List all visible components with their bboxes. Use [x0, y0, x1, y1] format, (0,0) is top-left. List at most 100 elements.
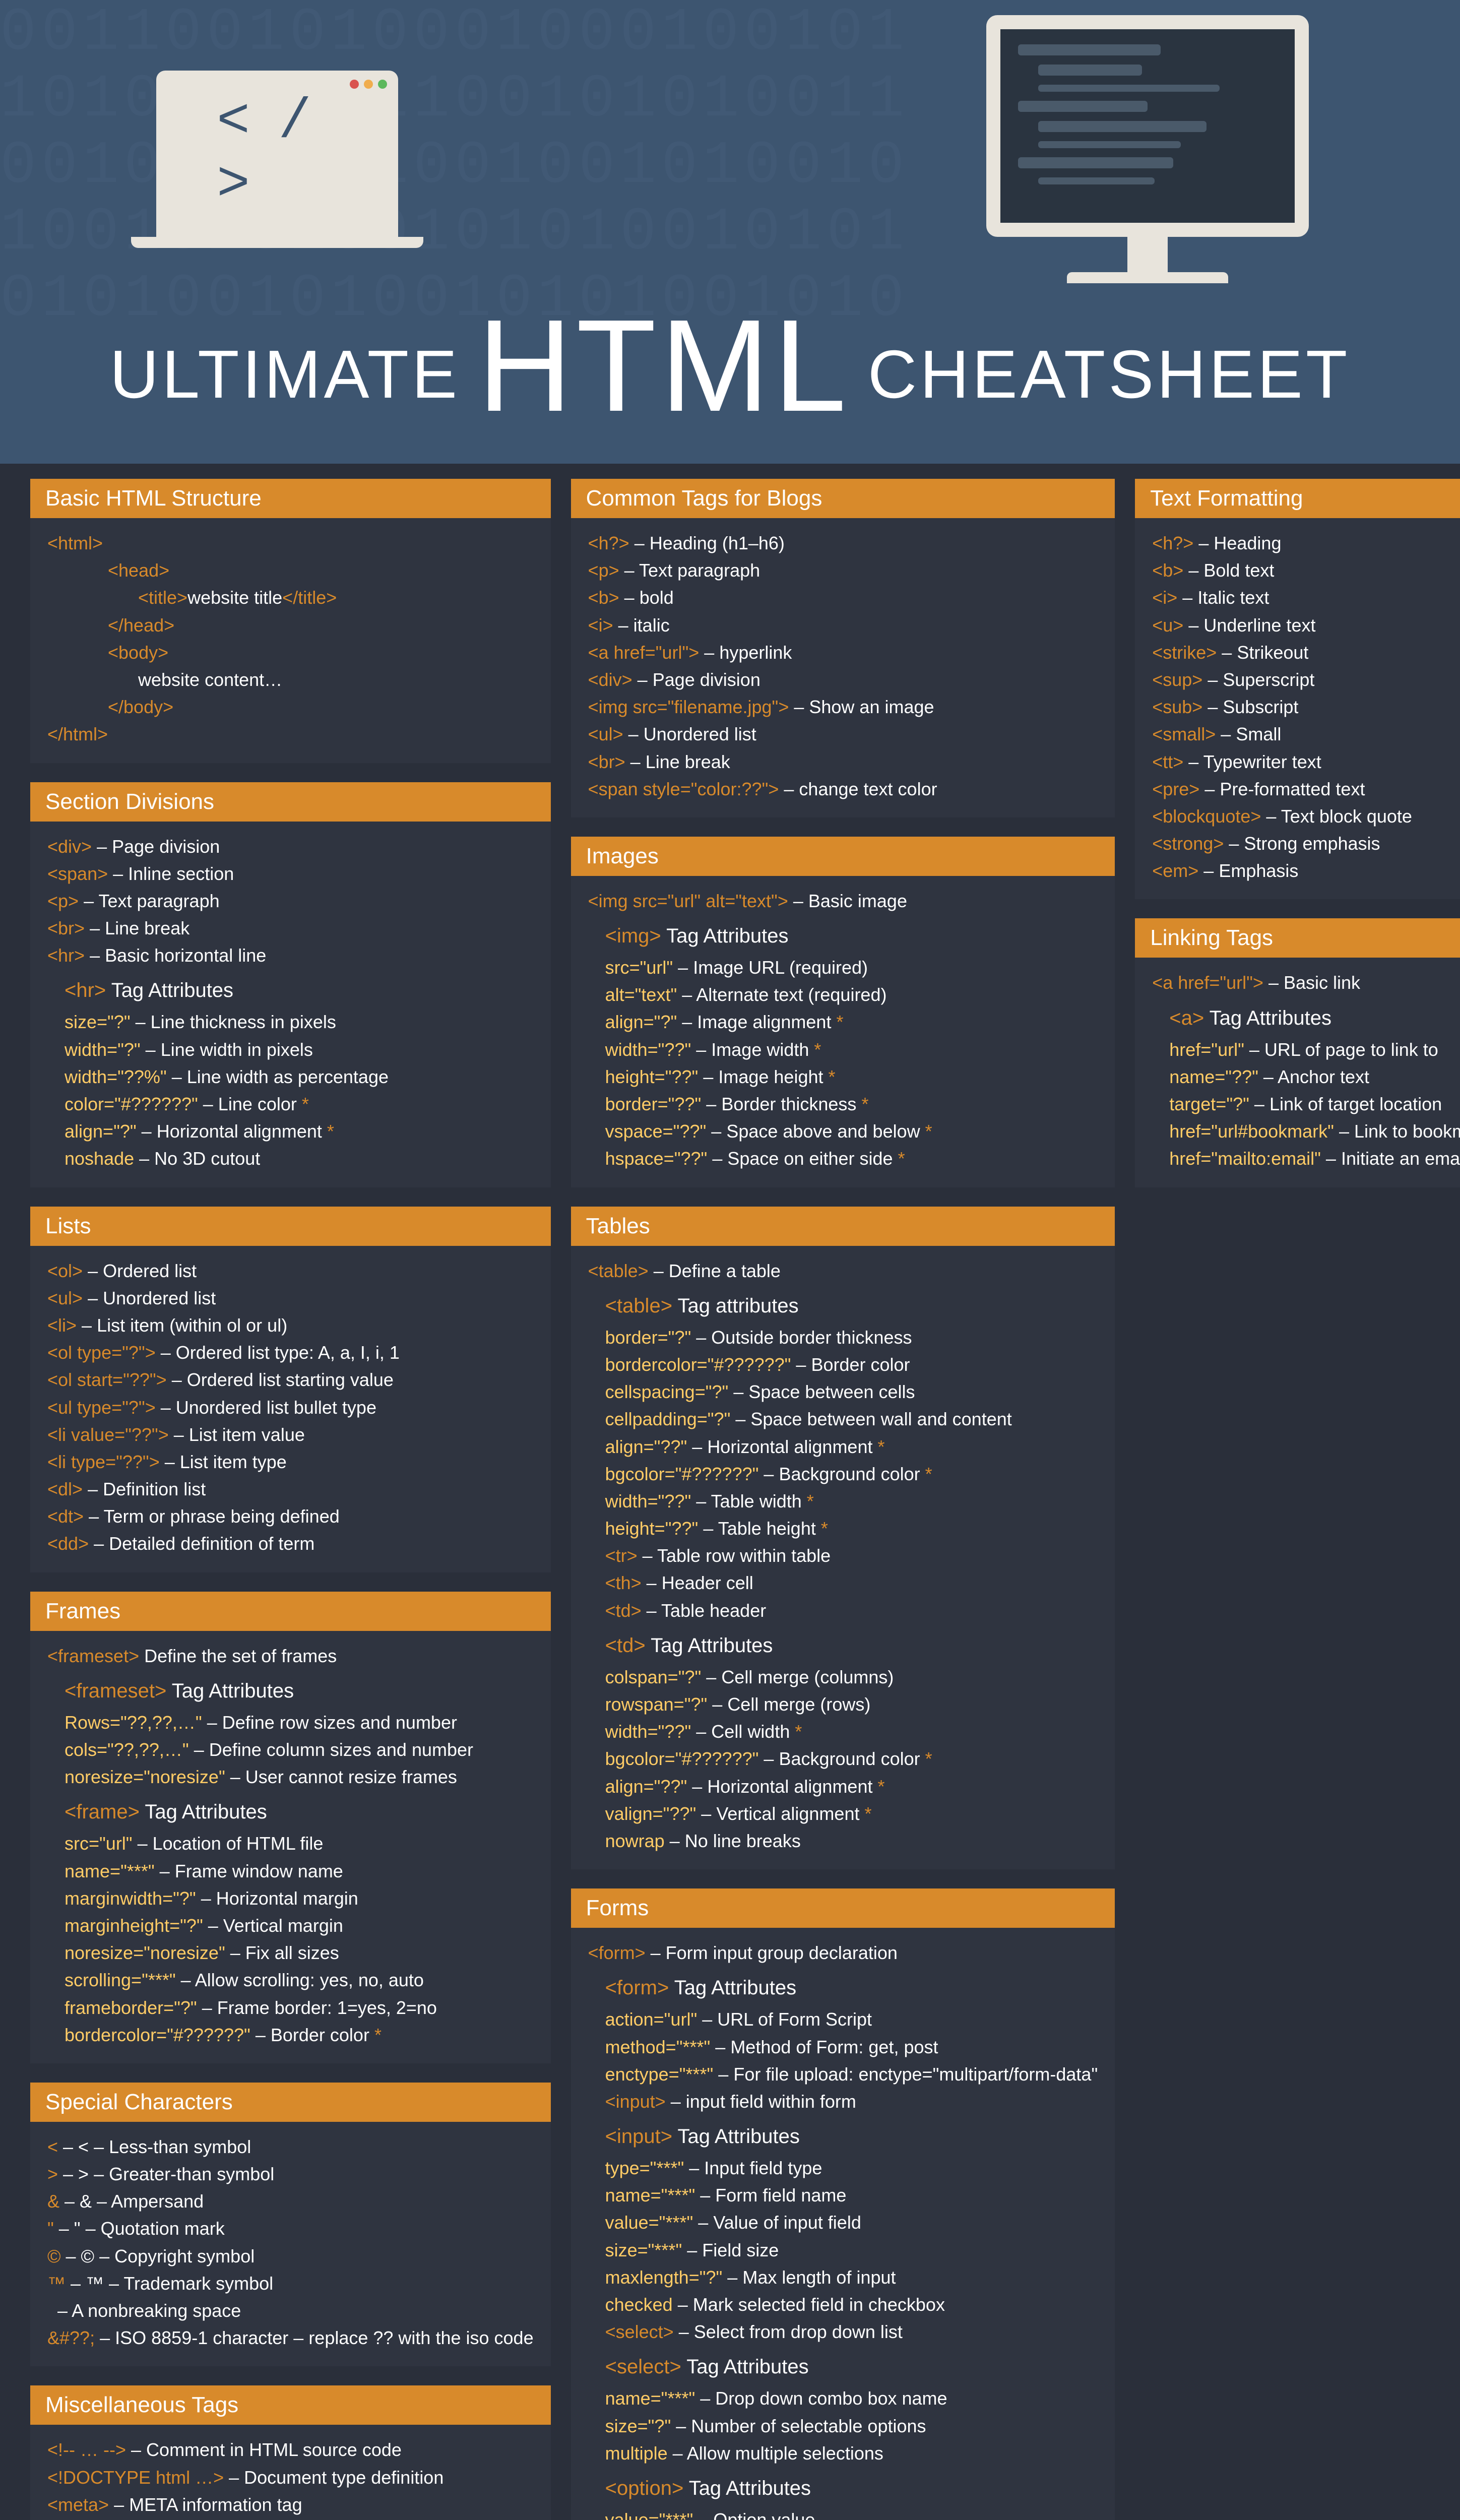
- section-linking: Linking Tags <a href="url"> – Basic link…: [1135, 918, 1460, 1187]
- list-item: > – > – Greater-than symbol: [47, 2161, 534, 2187]
- list-item: <h?> – Heading (h1–h6): [588, 530, 1098, 556]
- code-line: </body>: [47, 694, 534, 720]
- attr-item: checked – Mark selected field in checkbo…: [605, 2292, 1098, 2318]
- attr-item: scrolling="***" – Allow scrolling: yes, …: [65, 1967, 534, 1993]
- list-item: <tt> – Typewriter text: [1152, 749, 1460, 775]
- column-3: Text Formatting <h?> – Heading<b> – Bold…: [1135, 479, 1460, 2520]
- list-item: <b> – Bold text: [1152, 557, 1460, 584]
- attr-item: noresize="noresize" – User cannot resize…: [65, 1764, 534, 1790]
- section-title: Tables: [571, 1207, 1115, 1246]
- section-title: Frames: [30, 1592, 551, 1631]
- list-item: <td> – Table header: [605, 1598, 1098, 1624]
- list-item: <i> – italic: [588, 612, 1098, 639]
- list-item: <ul type="?"> – Unordered list bullet ty…: [47, 1395, 534, 1421]
- attr-item: marginwidth="?" – Horizontal margin: [65, 1885, 534, 1912]
- section-title: Forms: [571, 1888, 1115, 1928]
- list-item: ™ – ™ – Trademark symbol: [47, 2271, 534, 2297]
- attr-item: target="?" – Link of target location: [1169, 1091, 1460, 1117]
- section-text-formatting: Text Formatting <h?> – Heading<b> – Bold…: [1135, 479, 1460, 899]
- attr-item: height="??" – Image height *: [605, 1064, 1098, 1090]
- attr-item: align="??" – Horizontal alignment *: [605, 1774, 1098, 1800]
- attr-item: width="?" – Line width in pixels: [65, 1037, 534, 1063]
- list-item: <p> – Text paragraph: [588, 557, 1098, 584]
- sub-header: <input> Tag Attributes: [605, 2122, 1098, 2151]
- attr-item: marginheight="?" – Vertical margin: [65, 1913, 534, 1939]
- attr-item: name="***" – Form field name: [605, 2182, 1098, 2209]
- attr-item: src="url" – Image URL (required): [605, 955, 1098, 981]
- section-images: Images <img src="url" alt="text"> – Basi…: [571, 837, 1115, 1187]
- list-item: <strong> – Strong emphasis: [1152, 831, 1460, 857]
- attr-item: align="?" – Horizontal alignment *: [65, 1118, 534, 1145]
- list-item: <h?> – Heading: [1152, 530, 1460, 556]
- list-item: <em> – Emphasis: [1152, 858, 1460, 884]
- section-title: Special Characters: [30, 2083, 551, 2122]
- window-dot-yellow: [364, 80, 373, 89]
- list-item: <br> – Line break: [47, 915, 534, 941]
- section-tables: Tables <table> – Define a table <table> …: [571, 1207, 1115, 1870]
- list-item: <meta> – META information tag: [47, 2492, 534, 2518]
- attr-item: type="***" – Input field type: [605, 2155, 1098, 2181]
- section-title: Basic HTML Structure: [30, 479, 551, 518]
- attr-item: size="?" – Line thickness in pixels: [65, 1009, 534, 1035]
- attr-item: alt="text" – Alternate text (required): [605, 982, 1098, 1008]
- attr-item: enctype="***" – For file upload: enctype…: [605, 2061, 1098, 2088]
- attr-item: bgcolor="#??????" – Background color *: [605, 1461, 1098, 1487]
- list-item: <dl> – Definition list: [47, 1476, 534, 1502]
- main-columns: Basic HTML Structure <html><head><title>…: [0, 464, 1460, 2520]
- list-item: <blockquote> – Text block quote: [1152, 803, 1460, 830]
- sub-header: <td> Tag Attributes: [605, 1631, 1098, 1660]
- list-item: & – & – Ampersand: [47, 2188, 534, 2215]
- attr-item: name="***" – Drop down combo box name: [605, 2385, 1098, 2412]
- attr-item: cellpadding="?" – Space between wall and…: [605, 1406, 1098, 1432]
- list-item: <span> – Inline section: [47, 861, 534, 887]
- attr-item: Rows="??,??,…" – Define row sizes and nu…: [65, 1710, 534, 1736]
- code-line: </head>: [47, 612, 534, 639]
- sub-header: <hr> Tag Attributes: [65, 976, 534, 1005]
- attr-item: width="??" – Table width *: [605, 1488, 1098, 1515]
- attr-item: color="#??????" – Line color *: [65, 1091, 534, 1117]
- section-common-tags: Common Tags for Blogs <h?> – Heading (h1…: [571, 479, 1115, 817]
- section-title: Linking Tags: [1135, 918, 1460, 958]
- list-item: <div> – Page division: [47, 834, 534, 860]
- attr-item: maxlength="?" – Max length of input: [605, 2264, 1098, 2291]
- list-item: © – © – Copyright symbol: [47, 2243, 534, 2270]
- sub-header: <form> Tag Attributes: [605, 1973, 1098, 2002]
- attr-item: src="url" – Location of HTML file: [65, 1831, 534, 1857]
- list-item: <ol type="?"> – Ordered list type: A, a,…: [47, 1340, 534, 1366]
- list-item: " – " – Quotation mark: [47, 2216, 534, 2242]
- attr-item: cellspacing="?" – Space between cells: [605, 1379, 1098, 1405]
- attr-item: valign="??" – Vertical alignment *: [605, 1801, 1098, 1827]
- attr-item: value="***" – Value of input field: [605, 2210, 1098, 2236]
- list-item: <small> – Small: [1152, 721, 1460, 747]
- list-item: <th> – Header cell: [605, 1570, 1098, 1596]
- section-basic: Basic HTML Structure <html><head><title>…: [30, 479, 551, 763]
- window-dot-red: [350, 80, 359, 89]
- list-item: <pre> – Pre-formatted text: [1152, 776, 1460, 802]
- attr-item: border="??" – Border thickness *: [605, 1091, 1098, 1117]
- list-item: <li> – List item (within ol or ul): [47, 1312, 534, 1339]
- list-item: <dd> – Detailed definition of term: [47, 1531, 534, 1557]
- sub-header: <frame> Tag Attributes: [65, 1797, 534, 1826]
- section-divisions: Section Divisions <div> – Page division<…: [30, 782, 551, 1187]
- section-title: Images: [571, 837, 1115, 876]
- section-lists: Lists <ol> – Ordered list<ul> – Unordere…: [30, 1207, 551, 1572]
- list-item: <p> – Text paragraph: [47, 888, 534, 914]
- list-item: < – < – Less-than symbol: [47, 2134, 534, 2160]
- attr-item: align="?" – Image alignment *: [605, 1009, 1098, 1035]
- attr-item: colspan="?" – Cell merge (columns): [605, 1664, 1098, 1690]
- list-item: <!DOCTYPE html …> – Document type defini…: [47, 2465, 534, 2491]
- list-item: <div> – Page division: [588, 667, 1098, 693]
- list-item: <u> – Underline text: [1152, 612, 1460, 639]
- code-line: website content…: [47, 667, 534, 693]
- list-item: <ol> – Ordered list: [47, 1258, 534, 1284]
- list-item: <ul> – Unordered list: [588, 721, 1098, 747]
- code-line: <title>website title</title>: [47, 585, 534, 611]
- attr-item: width="??" – Image width *: [605, 1037, 1098, 1063]
- list-item: <hr> – Basic horizontal line: [47, 942, 534, 969]
- attr-item: name="***" – Frame window name: [65, 1858, 534, 1884]
- list-item: <!-- … --> – Comment in HTML source code: [47, 2437, 534, 2463]
- section-misc: Miscellaneous Tags <!-- … --> – Comment …: [30, 2385, 551, 2520]
- attr-item: hspace="??" – Space on either side *: [605, 1146, 1098, 1172]
- column-1: Basic HTML Structure <html><head><title>…: [30, 479, 551, 2520]
- code-line: <head>: [47, 557, 534, 584]
